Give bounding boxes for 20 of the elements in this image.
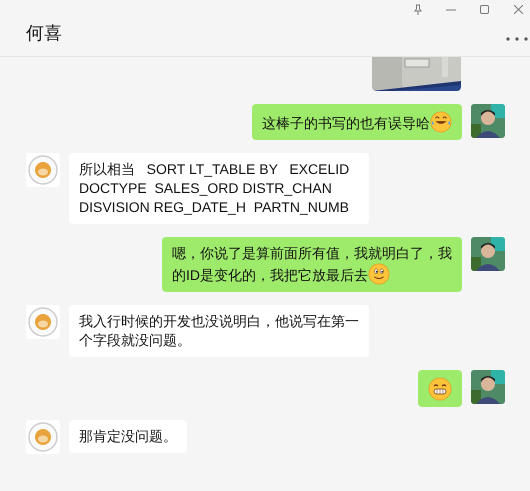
close-icon[interactable] <box>514 5 523 14</box>
message-bubble[interactable]: 我入行时候的开发也没说明白，他说写在第一个字段就没问题。 <box>69 305 369 357</box>
minimize-icon[interactable] <box>446 9 456 11</box>
message-bubble[interactable]: 那肯定没问题。 <box>69 420 187 453</box>
more-icon[interactable] <box>506 37 528 41</box>
window-title: 何喜 <box>26 22 62 46</box>
message-text: 所以相当 SORT LT_TABLE BY EXCELID DOCTYPE SALES_ORD DISTR_CHAN DISVISION REG_DATE_H PARTN_NUMB <box>79 161 350 215</box>
message-text: 这棒子的书写的也有误导哈 <box>262 115 430 131</box>
message-bubble[interactable]: 嗯，你说了是算前面所有值，我就明白了，我的ID是变化的，我把它放最后去 <box>162 237 462 292</box>
message-text: 我入行时候的开发也没说明白，他说写在第一个字段就没问题。 <box>79 313 359 348</box>
message-bubble[interactable] <box>418 370 462 407</box>
avatar[interactable] <box>471 104 505 138</box>
avatar[interactable] <box>471 237 505 271</box>
message-bubble[interactable]: 这棒子的书写的也有误导哈 <box>252 104 462 140</box>
pin-icon[interactable] <box>413 4 423 15</box>
message-text: 那肯定没问题。 <box>79 428 177 444</box>
message-text: 嗯，你说了是算前面所有值，我就明白了，我的ID是变化的，我把它放最后去 <box>172 245 452 283</box>
avatar[interactable] <box>471 370 505 404</box>
maximize-icon[interactable] <box>480 5 489 14</box>
message-bubble[interactable]: 所以相当 SORT LT_TABLE BY EXCELID DOCTYPE SALES_ORD DISTR_CHAN DISVISION REG_DATE_H PARTN_NUMB <box>69 153 369 224</box>
